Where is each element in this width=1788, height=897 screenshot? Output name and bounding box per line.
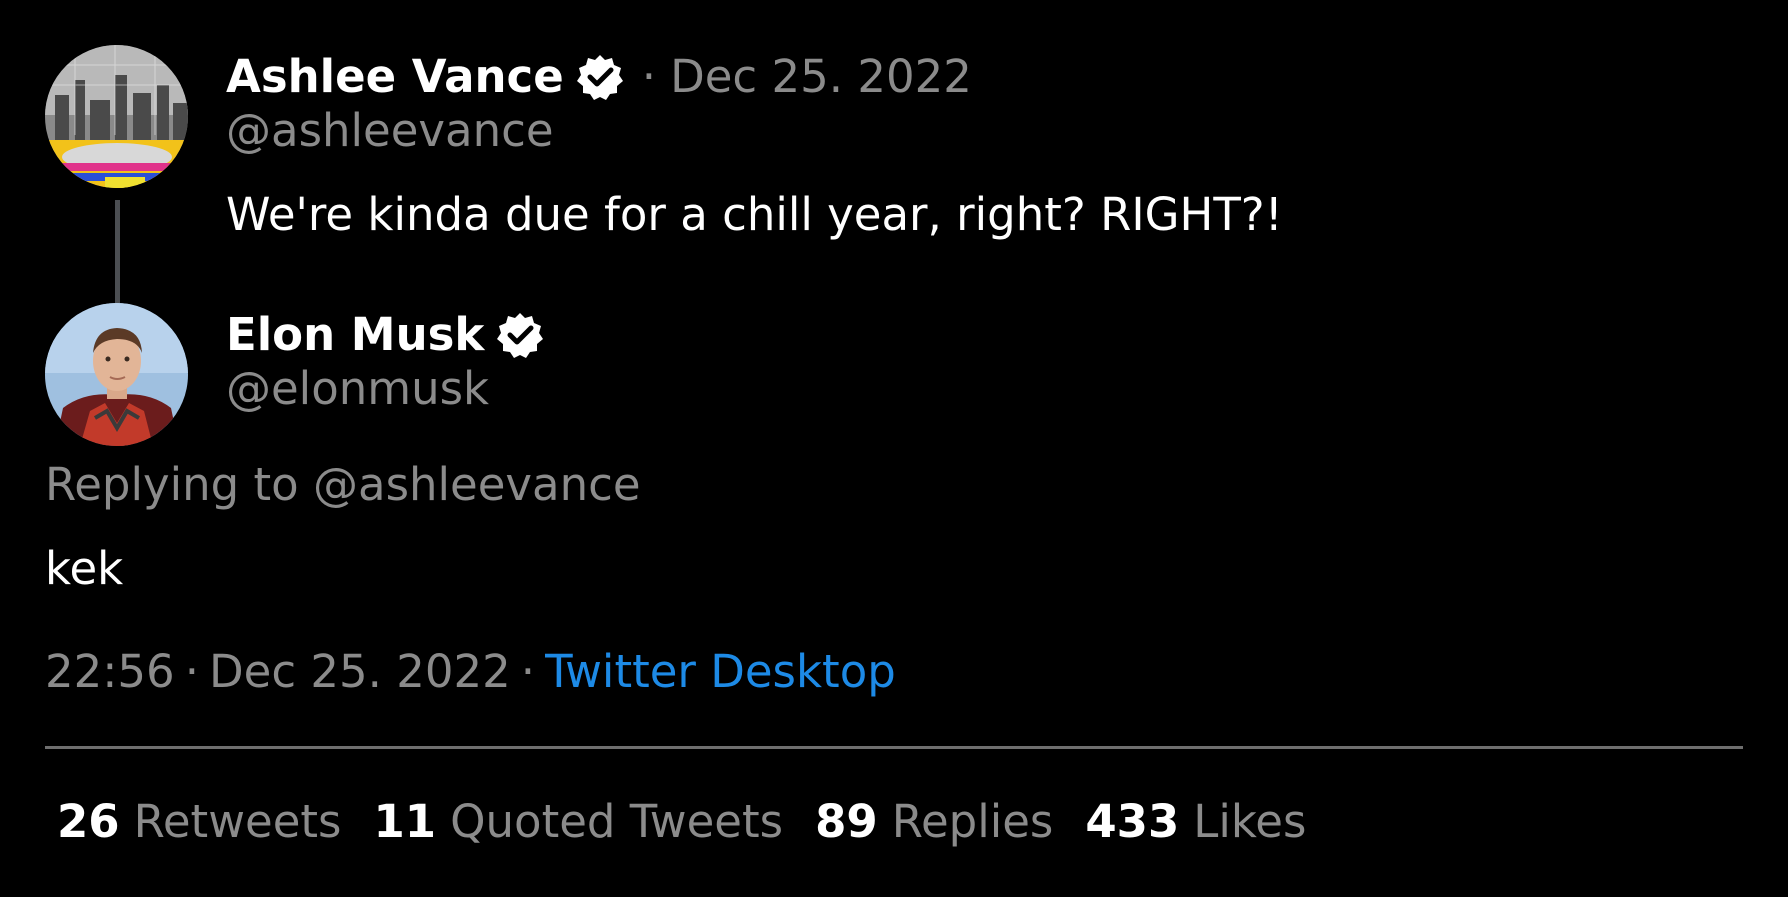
replies-label: Replies [891, 795, 1054, 848]
main-tweet-header: Elon Musk [226, 308, 544, 361]
quoted-tweets-label: Quoted Tweets [450, 795, 784, 848]
tweet-date[interactable]: Dec 25. 2022 [209, 645, 511, 698]
avatar-ashlee-vance[interactable] [45, 45, 188, 188]
replying-to-label[interactable]: Replying to @ashleevance [45, 458, 641, 511]
quoted-tweet-text: We're kinda due for a chill year, right?… [226, 188, 1283, 241]
replies-stat[interactable]: 89 Replies [815, 795, 1053, 848]
tweet-source-link[interactable]: Twitter Desktop [545, 645, 896, 698]
meta-separator: · [520, 645, 536, 698]
verified-badge-icon [576, 53, 624, 101]
tweet-meta-row: 22:56 · Dec 25. 2022 · Twitter Desktop [45, 645, 896, 698]
tweet-stats: 26 Retweets 11 Quoted Tweets 89 Replies 433… [57, 795, 1338, 848]
verified-badge-icon [496, 311, 544, 359]
divider [45, 746, 1743, 749]
quoted-author-handle[interactable]: @ashleevance [226, 104, 554, 157]
retweets-stat[interactable]: 26 Retweets [57, 795, 341, 848]
thread-connector-line [115, 200, 120, 303]
main-tweet-text: kek [45, 542, 124, 595]
quoted-tweets-count: 11 [373, 795, 437, 848]
likes-count: 433 [1085, 795, 1180, 848]
likes-stat[interactable]: 433 Likes [1085, 795, 1306, 848]
main-author-name[interactable]: Elon Musk [226, 308, 484, 361]
quoted-tweet-date[interactable]: Dec 25. 2022 [670, 50, 972, 103]
quoted-author-name[interactable]: Ashlee Vance [226, 50, 564, 103]
replies-count: 89 [815, 795, 878, 848]
meta-separator: · [184, 645, 199, 698]
avatar-elon-musk[interactable] [45, 303, 188, 446]
quoted-tweet-header: Ashlee Vance · Dec 25. 2022 [226, 50, 972, 103]
retweets-label: Retweets [133, 795, 342, 848]
retweets-count: 26 [57, 795, 120, 848]
quoted-tweets-stat[interactable]: 11 Quoted Tweets [373, 795, 783, 848]
header-separator: · [641, 50, 657, 103]
likes-label: Likes [1193, 795, 1307, 848]
main-author-handle[interactable]: @elonmusk [226, 362, 489, 415]
tweet-time[interactable]: 22:56 [45, 645, 175, 698]
